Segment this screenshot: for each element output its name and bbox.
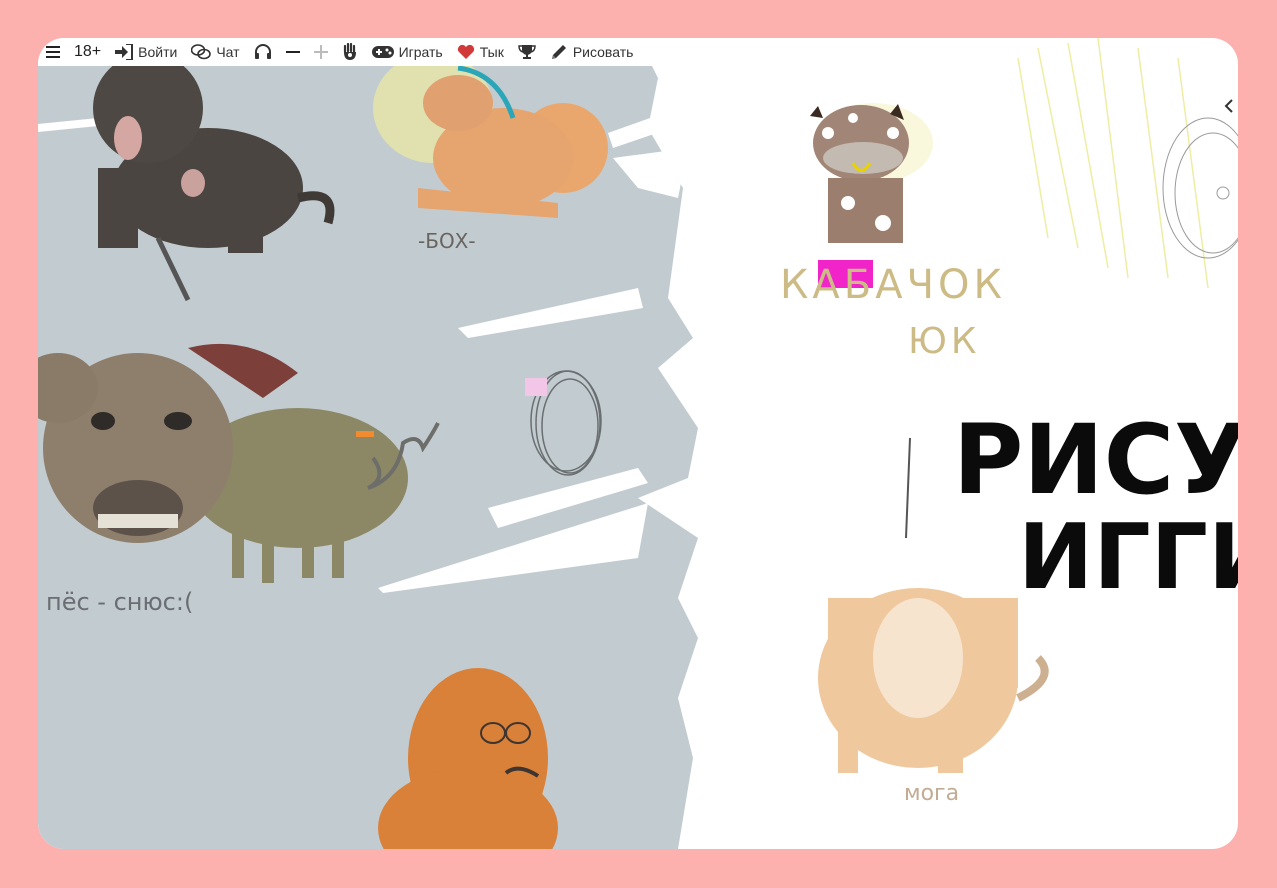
label-big-line1: РИСУЕ	[953, 404, 1238, 516]
chat-label: Чат	[216, 44, 240, 60]
login-label: Войти	[138, 44, 178, 60]
gamepad-icon	[371, 46, 394, 58]
drawing-board-frame: -БОХ- пёс - снюс:(КАБАЧОК ЮК РИСУ ИГГ м…	[38, 38, 1238, 849]
chat-button[interactable]: Чат	[191, 44, 240, 60]
pencil-icon	[551, 45, 566, 59]
draw-button[interactable]: Рисовать	[550, 43, 634, 61]
hand-icon	[343, 43, 356, 60]
poke-button[interactable]: Тык	[457, 44, 504, 60]
age-rating-badge[interactable]: 18+	[74, 43, 101, 61]
cow-drawing	[810, 103, 933, 288]
label-big-line2: ИГГИ	[1018, 505, 1238, 610]
side-panel-toggle[interactable]	[1222, 96, 1236, 116]
menu-icon	[46, 46, 60, 58]
label-box: -БОХ-	[418, 229, 476, 253]
menu-button[interactable]	[46, 46, 60, 58]
play-button[interactable]: Играть	[371, 44, 443, 60]
leaderboard-button[interactable]	[518, 44, 536, 60]
label-moga: мога	[904, 781, 959, 806]
label-pes: пёс - снюс:(	[46, 588, 193, 616]
play-label: Играть	[398, 44, 443, 60]
heart-icon	[457, 44, 474, 59]
chat-icon	[191, 44, 212, 60]
zoom-in-icon	[313, 45, 328, 59]
draw-label: Рисовать	[572, 44, 634, 60]
pan-tool-button[interactable]	[342, 43, 358, 61]
login-button[interactable]: Войти	[115, 44, 177, 60]
top-toolbar: 18+ Войти Чат Играть Тык Рисовать	[38, 38, 703, 66]
label-kabachok: КАБАЧОК	[780, 262, 1006, 308]
trophy-icon	[518, 45, 536, 59]
poke-label: Тык	[479, 44, 504, 60]
audio-button[interactable]	[254, 44, 272, 60]
drawing-canvas[interactable]: -БОХ- пёс - снюс:(КАБАЧОК ЮК РИСУ ИГГ м…	[38, 38, 1238, 849]
login-icon	[115, 44, 134, 60]
chevron-left-icon	[1224, 99, 1233, 113]
headphones-icon	[254, 44, 271, 59]
zoom-out-button[interactable]	[285, 45, 300, 59]
gray-sketch-face	[1162, 117, 1238, 259]
label-ok: ЮК	[908, 321, 980, 362]
zoom-out-icon	[285, 51, 300, 53]
zoom-in-button[interactable]	[313, 45, 328, 59]
